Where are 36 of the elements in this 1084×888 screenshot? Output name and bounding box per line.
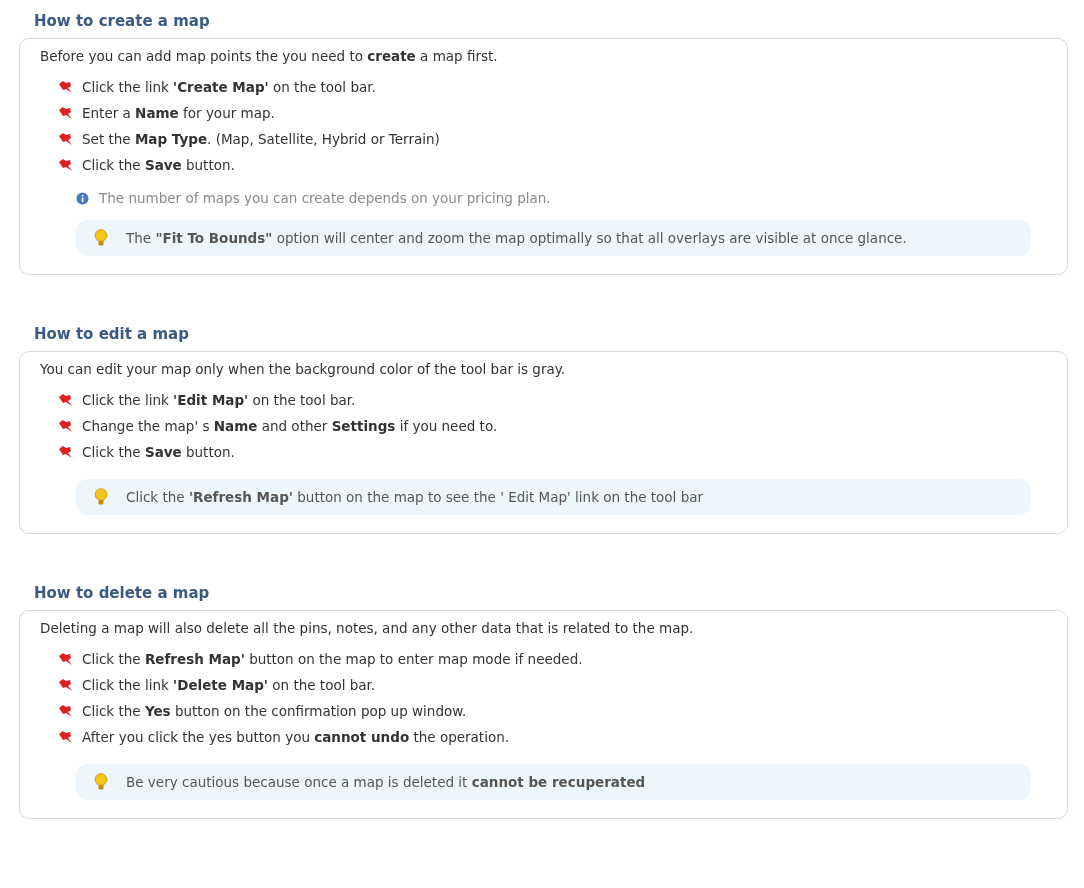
step-text: Click the Refresh Map' button on the map to enter map mode if needed. [82,651,583,667]
lightbulb-icon [94,488,108,506]
info-icon [76,191,89,205]
section-heading: How to create a map [34,12,211,30]
step-text: Click the Yes button on the confirmation pop up window. [82,703,467,719]
intro-text: You can edit your map only when the background color of the tool bar is gray. [40,361,567,377]
intro-text: Before you can add map points the you need to create a map first. [40,48,499,64]
pushpin-icon [58,106,74,120]
section-heading: How to delete a map [34,584,211,602]
pushpin-icon [58,419,74,433]
step-text: Enter a Name for your map. [82,105,275,121]
tip-text: Click the 'Refresh Map' button on the map to see the ' Edit Map' link on the tool bar [126,489,704,505]
step-text: Click the link 'Delete Map' on the tool bar. [82,677,376,693]
pushpin-icon [58,158,74,172]
lightbulb-icon [94,229,108,247]
step-text: Set the Map Type. (Map, Satellite, Hybrid or Terrain) [82,131,440,147]
step-text: Click the link 'Create Map' on the tool bar. [82,79,376,95]
tip-text: Be very cautious because once a map is deleted it cannot be recuperated [126,774,646,790]
section-heading: How to edit a map [34,325,190,343]
step-text: Click the link 'Edit Map' on the tool bar. [82,392,356,408]
pushpin-icon [58,678,74,692]
pushpin-icon [58,132,74,146]
pushpin-icon [58,704,74,718]
pushpin-icon [58,80,74,94]
pushpin-icon [58,393,74,407]
pushpin-icon [58,730,74,744]
step-text: After you click the yes button you cannot undo the operation. [82,729,510,745]
lightbulb-icon [94,773,108,791]
tip-text: The "Fit To Bounds" option will center and zoom the map optimally so that all overlays are visible at once glance. [126,230,907,246]
step-text: Click the Save button. [82,444,235,460]
pushpin-icon [58,652,74,666]
info-note: The number of maps you can create depends on your pricing plan. [99,190,551,206]
intro-text: Deleting a map will also delete all the pins, notes, and any other data that is related to the map. [40,620,695,636]
pushpin-icon [58,445,74,459]
step-text: Click the Save button. [82,157,235,173]
step-text: Change the map' s Name and other Settings if you need to. [82,418,498,434]
